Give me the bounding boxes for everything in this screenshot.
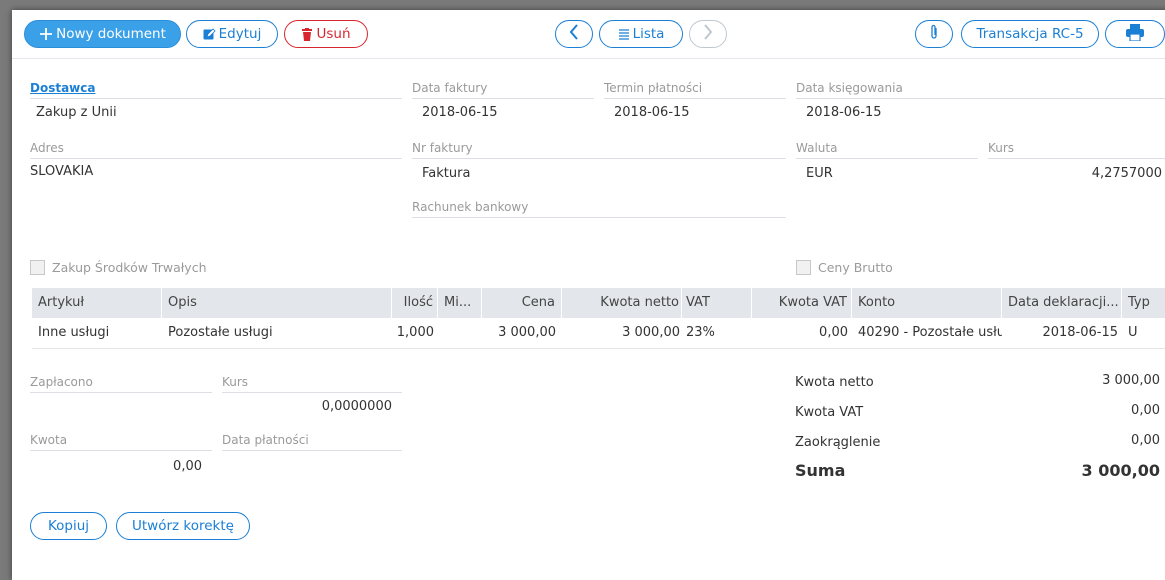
fixed-assets-checkbox[interactable]: Zakup Środków Trwałych <box>30 260 207 275</box>
new-document-label: Nowy dokument <box>56 26 166 42</box>
invoice-number-value[interactable]: Faktura <box>422 166 470 181</box>
cell-article: Inne usługi <box>38 325 110 340</box>
items-table-header: Artykuł Opis Ilość Mi... Cena Kwota nett… <box>32 288 1165 318</box>
attachment-button[interactable] <box>915 20 953 48</box>
next-button[interactable] <box>689 20 727 48</box>
copy-label: Kopiuj <box>47 518 90 534</box>
copy-button[interactable]: Kopiuj <box>30 512 107 540</box>
column-header-description[interactable]: Opis <box>162 288 392 318</box>
cell-description: Pozostałe usługi <box>168 325 273 340</box>
invoice-date-label: Data faktury <box>412 81 594 99</box>
fixed-assets-label: Zakup Środków Trwałych <box>52 260 207 275</box>
payment-rate-label: Kurs <box>222 375 402 393</box>
table-row[interactable]: Inne usługi Pozostałe usługi 1,000 3 000… <box>32 318 1165 349</box>
posting-date-value[interactable]: 2018-06-15 <box>806 105 882 120</box>
delete-label: Usuń <box>316 26 351 42</box>
gross-prices-checkbox[interactable]: Ceny Brutto <box>796 260 893 275</box>
list-button[interactable]: Lista <box>599 20 683 48</box>
list-label: Lista <box>632 26 665 42</box>
invoice-date-value[interactable]: 2018-06-15 <box>422 105 498 120</box>
summary-total-value: 3 000,00 <box>1081 461 1160 480</box>
new-document-button[interactable]: Nowy dokument <box>24 20 181 48</box>
trash-icon <box>301 27 313 41</box>
list-icon <box>618 28 630 40</box>
invoice-number-label: Nr faktury <box>412 141 786 159</box>
payment-term-label: Termin płatności <box>604 81 786 99</box>
edit-icon <box>203 27 216 41</box>
checkbox-box <box>796 260 811 275</box>
column-header-type[interactable]: Typ <box>1122 288 1165 318</box>
summary-net-label: Kwota netto <box>795 375 874 390</box>
create-correction-button[interactable]: Utwórz korektę <box>116 512 250 540</box>
summary-total-label: Suma <box>795 461 846 480</box>
cell-vat: 23% <box>686 325 715 340</box>
supplier-label[interactable]: Dostawca <box>30 81 402 99</box>
column-header-account[interactable]: Konto <box>852 288 1002 318</box>
plus-icon <box>39 27 53 41</box>
address-label: Adres <box>30 141 402 159</box>
toolbar: Nowy dokument Edytuj Usuń Lista Transakc… <box>12 10 1165 59</box>
transaction-button[interactable]: Transakcja RC-5 <box>961 20 1099 48</box>
summary-rounding-label: Zaokrąglenie <box>795 435 881 450</box>
column-header-net-amount[interactable]: Kwota netto <box>562 288 682 318</box>
cell-unit <box>438 318 482 348</box>
payment-amount-value[interactable]: 0,00 <box>30 459 202 474</box>
printer-icon <box>1126 23 1144 45</box>
column-header-vat-amount[interactable]: Kwota VAT <box>752 288 852 318</box>
transaction-label: Transakcja RC-5 <box>976 26 1084 42</box>
paid-label: Zapłacono <box>30 375 212 393</box>
column-header-declaration-date[interactable]: Data deklaracji... <box>1002 288 1122 318</box>
column-header-vat[interactable]: VAT <box>682 288 752 318</box>
gross-prices-label: Ceny Brutto <box>818 260 893 275</box>
checkbox-box <box>30 260 45 275</box>
cell-type: U <box>1128 325 1138 340</box>
cell-declaration-date: 2018-06-15 <box>1042 325 1118 340</box>
exchange-rate-value[interactable]: 4,2757000 <box>988 166 1162 181</box>
payment-amount-label: Kwota <box>30 433 212 451</box>
edit-label: Edytuj <box>218 26 262 42</box>
exchange-rate-label: Kurs <box>988 141 1165 159</box>
cell-quantity: 1,000 <box>396 325 434 340</box>
column-header-quantity[interactable]: Ilość <box>392 288 438 318</box>
cell-net-amount: 3 000,00 <box>622 325 680 340</box>
cell-vat-amount: 0,00 <box>819 325 848 340</box>
summary-net-value: 3 000,00 <box>1102 373 1160 388</box>
payment-term-value[interactable]: 2018-06-15 <box>614 105 690 120</box>
chevron-left-icon <box>568 24 580 44</box>
print-button[interactable] <box>1105 20 1165 48</box>
supplier-value: Zakup z Unii <box>36 105 117 120</box>
column-header-unit[interactable]: Mi... <box>438 288 482 318</box>
create-correction-label: Utwórz korektę <box>132 518 234 534</box>
paperclip-icon <box>929 24 939 44</box>
posting-date-label: Data księgowania <box>796 81 1165 99</box>
summary-vat-value: 0,00 <box>1131 403 1160 418</box>
cell-account: 40290 - Pozostałe usłu <box>858 325 1002 340</box>
delete-button[interactable]: Usuń <box>284 20 368 48</box>
payment-date-label: Data płatności <box>222 433 402 451</box>
column-header-price[interactable]: Cena <box>482 288 562 318</box>
currency-label: Waluta <box>796 141 978 159</box>
address-value: SLOVAKIA <box>30 164 94 179</box>
edit-button[interactable]: Edytuj <box>186 20 278 48</box>
chevron-right-icon <box>702 24 714 44</box>
bank-account-label: Rachunek bankowy <box>412 200 786 218</box>
previous-button[interactable] <box>555 20 593 48</box>
summary-rounding-value: 0,00 <box>1131 433 1160 448</box>
payment-rate-value[interactable]: 0,0000000 <box>222 399 392 414</box>
cell-price: 3 000,00 <box>498 325 556 340</box>
summary-vat-label: Kwota VAT <box>795 405 864 420</box>
column-header-article[interactable]: Artykuł <box>32 288 162 318</box>
currency-value[interactable]: EUR <box>806 166 833 181</box>
document-panel: Nowy dokument Edytuj Usuń Lista Transakc… <box>12 10 1165 580</box>
